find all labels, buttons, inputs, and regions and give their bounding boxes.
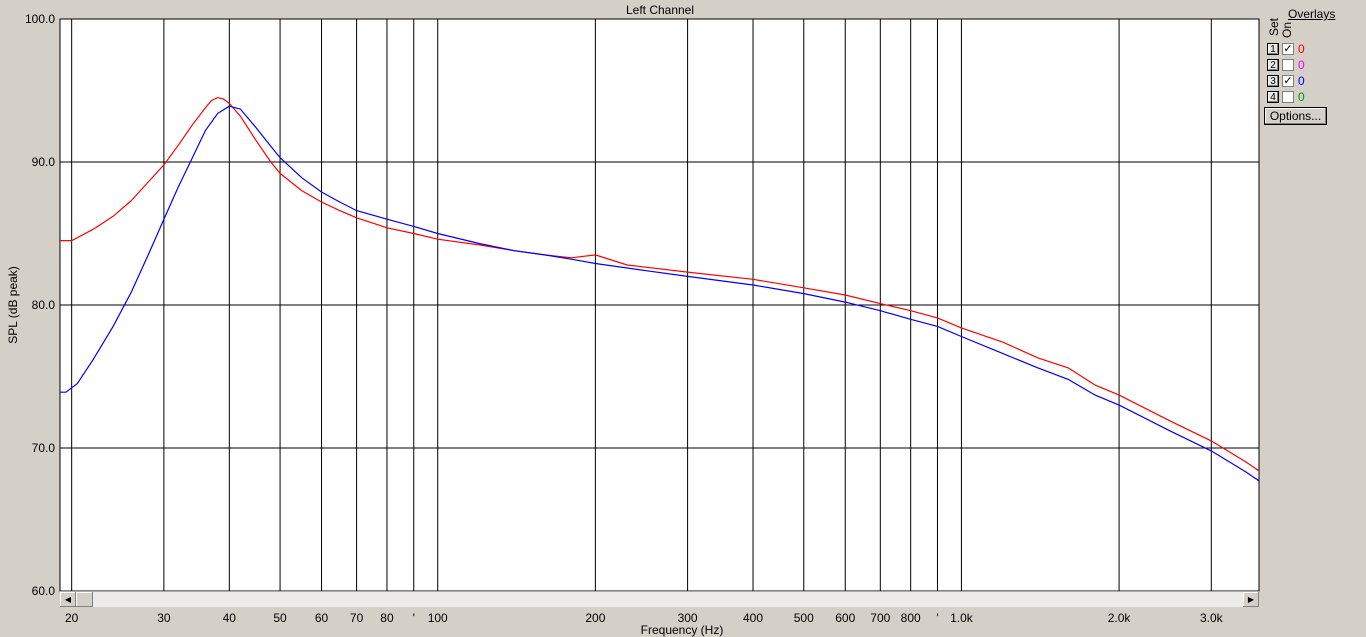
- x-tick-label: 100: [428, 611, 448, 625]
- overlays-panel: Set On Overlays 1 ✓ 0 2 0 3 ✓ 0 4 0 Options...: [1263, 4, 1363, 144]
- x-tick-label: 400: [743, 611, 763, 625]
- y-tick-label: 70.0: [32, 441, 56, 455]
- horizontal-scrollbar[interactable]: ◀ ▶: [60, 591, 1259, 607]
- y-tick-label: 90.0: [32, 155, 56, 169]
- x-tick-label: 200: [585, 611, 605, 625]
- overlay-row: 3 ✓ 0: [1267, 74, 1305, 88]
- x-tick-label: ': [413, 611, 415, 625]
- options-button[interactable]: Options...: [1264, 107, 1327, 125]
- overlay-set-button[interactable]: 1: [1267, 43, 1279, 55]
- spl-chart: 60.0 70.0 80.0 90.0 100.0 20 30 40 50 60 70 80 ' 100…: [6, 3, 1260, 637]
- y-tick-label: 80.0: [32, 298, 56, 312]
- x-tick-label: 70: [350, 611, 364, 625]
- overlay-set-button[interactable]: 2: [1267, 59, 1279, 71]
- overlay-set-button[interactable]: 4: [1267, 91, 1279, 103]
- overlay-value: 0: [1298, 74, 1305, 88]
- overlay-row: 40: [1267, 90, 1305, 104]
- x-tick-label: 1.0k: [950, 611, 974, 625]
- y-axis-title: SPL (dB peak): [6, 266, 20, 344]
- y-tick-label: 60.0: [32, 584, 56, 598]
- overlay-on-checkbox[interactable]: ✓: [1282, 75, 1294, 87]
- x-tick-label: 40: [223, 611, 237, 625]
- scroll-thumb[interactable]: [76, 592, 93, 607]
- x-tick-label: 500: [794, 611, 814, 625]
- x-tick-label: 600: [835, 611, 855, 625]
- x-tick-label: 50: [273, 611, 287, 625]
- x-tick-label: 20: [65, 611, 79, 625]
- x-axis-title: Frequency (Hz): [641, 623, 724, 637]
- overlay-on-checkbox[interactable]: [1282, 59, 1294, 71]
- overlay-value: 0: [1298, 58, 1305, 72]
- x-tick-label: 3.0k: [1200, 611, 1224, 625]
- scroll-right-arrow-icon[interactable]: ▶: [1243, 592, 1259, 607]
- overlays-title: Overlays: [1288, 7, 1336, 21]
- overlay-set-button[interactable]: 3: [1267, 75, 1279, 87]
- set-column-header: Set: [1267, 18, 1281, 37]
- scroll-left-arrow-icon[interactable]: ◀: [60, 592, 76, 607]
- x-tick-label: 60: [315, 611, 329, 625]
- overlay-on-checkbox[interactable]: ✓: [1282, 43, 1294, 55]
- chart-title: Left Channel: [626, 3, 694, 17]
- y-tick-label: 100.0: [25, 12, 55, 26]
- overlay-row: 1 ✓ 0: [1267, 42, 1305, 56]
- x-tick-label: 700: [870, 611, 890, 625]
- overlay-value: 0: [1298, 90, 1305, 104]
- overlay-value: 0: [1298, 42, 1305, 56]
- x-tick-label: 80: [380, 611, 394, 625]
- overlay-on-checkbox[interactable]: [1282, 91, 1294, 103]
- on-column-header: On: [1280, 22, 1294, 39]
- x-tick-label: 30: [157, 611, 171, 625]
- x-tick-label: 800: [901, 611, 921, 625]
- overlay-row: 20: [1267, 58, 1305, 72]
- y-tick-labels: 60.0 70.0 80.0 90.0 100.0: [25, 12, 55, 598]
- x-tick-label: ': [936, 611, 938, 625]
- x-tick-label: 2.0k: [1108, 611, 1132, 625]
